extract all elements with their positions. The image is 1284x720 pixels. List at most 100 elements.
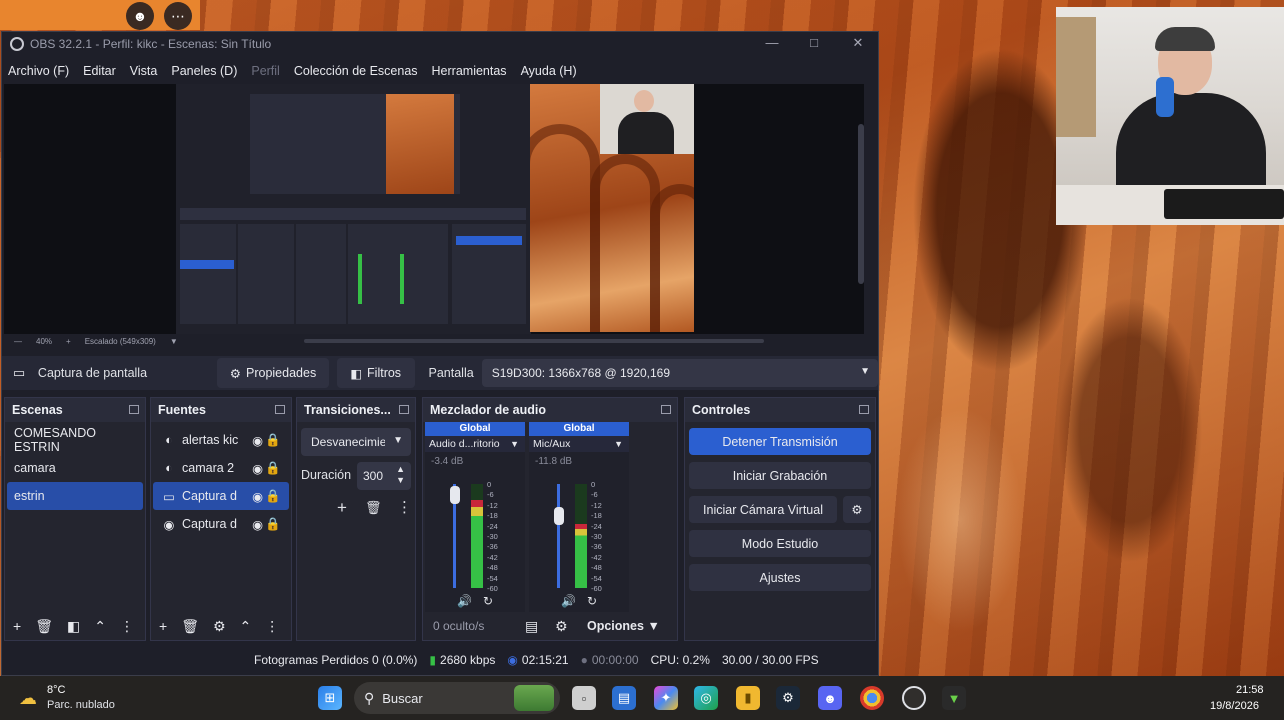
- maximize-icon[interactable]: □: [794, 35, 834, 53]
- zoom-in-icon[interactable]: +: [66, 337, 71, 346]
- settings-icon[interactable]: ⚙: [555, 618, 587, 635]
- source-item-selected[interactable]: ▭ Captura d ◉ 🔒: [153, 482, 289, 510]
- trash-icon[interactable]: 🗑: [35, 618, 53, 635]
- speaker-icon[interactable]: 🔊: [561, 594, 576, 608]
- person-icon[interactable]: ☻: [126, 2, 154, 30]
- menu-vista[interactable]: Vista: [130, 64, 158, 78]
- source-item[interactable]: ◐ alertas kic ◉ 🔒: [153, 426, 289, 454]
- add-icon[interactable]: +: [13, 618, 21, 634]
- speaker-icon[interactable]: 🔊: [457, 594, 472, 608]
- windows-start-icon[interactable]: ⊞: [318, 686, 342, 710]
- channel-name[interactable]: Mic/Aux ▼: [529, 436, 629, 452]
- virtual-camera-button[interactable]: Iniciar Cámara Virtual: [689, 496, 837, 523]
- close-icon[interactable]: ✕: [838, 35, 878, 53]
- scenes-title: Escenas: [12, 403, 63, 417]
- chevron-down-icon: ▼: [393, 435, 403, 446]
- filters-button[interactable]: ◧ Filtros: [336, 358, 415, 388]
- undock-icon[interactable]: [661, 405, 671, 414]
- zoom-out-icon[interactable]: —: [14, 337, 22, 346]
- menu-paneles[interactable]: Paneles (D): [171, 64, 237, 78]
- volume-fader[interactable]: [557, 484, 560, 588]
- obs-taskbar-icon[interactable]: [902, 686, 926, 710]
- discord-icon[interactable]: ☻: [818, 686, 842, 710]
- trash-icon[interactable]: 🗑: [181, 618, 199, 635]
- menu-ayuda[interactable]: Ayuda (H): [521, 64, 577, 78]
- options-button[interactable]: Opciones ▼: [587, 619, 660, 633]
- volume-knob[interactable]: [450, 486, 460, 504]
- lock-icon[interactable]: 🔒: [265, 517, 281, 532]
- edge-icon[interactable]: ◎: [694, 686, 718, 710]
- more-vert-icon[interactable]: ⋮: [265, 618, 279, 635]
- trash-icon[interactable]: 🗑: [365, 500, 382, 516]
- lock-icon[interactable]: 🔒: [265, 489, 281, 504]
- channel-name[interactable]: Audio d...ritorio ▼: [425, 436, 525, 452]
- screen-select[interactable]: S19D300: 1366x768 @ 1920,169 ▼: [481, 359, 878, 387]
- scene-item[interactable]: camara: [7, 454, 143, 482]
- studio-mode-button[interactable]: Modo Estudio: [689, 530, 871, 557]
- eye-icon[interactable]: ◉: [252, 517, 263, 532]
- meter-scale-label: -24: [487, 522, 498, 531]
- undock-icon[interactable]: [275, 405, 285, 414]
- scene-item-selected[interactable]: estrin: [7, 482, 143, 510]
- scene-item[interactable]: COMESANDO ESTRIN: [7, 426, 143, 454]
- gear-icon[interactable]: ⚙: [843, 496, 871, 523]
- menu-perfil[interactable]: Perfil: [251, 64, 279, 78]
- volume-knob[interactable]: [554, 507, 564, 525]
- task-view-icon[interactable]: ▫: [572, 686, 596, 710]
- menu-editar[interactable]: Editar: [83, 64, 116, 78]
- layout-icon[interactable]: ▤: [525, 618, 555, 635]
- menu-coleccion-escenas[interactable]: Colección de Escenas: [294, 64, 418, 78]
- chevron-up-icon[interactable]: ⌃: [94, 618, 106, 635]
- notepad-icon[interactable]: ▤: [612, 686, 636, 710]
- more-vert-icon[interactable]: ⋮: [397, 498, 412, 516]
- more-icon[interactable]: ⋯: [164, 2, 192, 30]
- minimize-icon[interactable]: —: [752, 35, 792, 53]
- preview-background-capture: [530, 84, 694, 332]
- cpu-usage: CPU: 0.2%: [650, 653, 710, 667]
- add-icon[interactable]: +: [337, 498, 347, 518]
- eye-icon[interactable]: ◉: [252, 433, 263, 448]
- preview-canvas[interactable]: [4, 84, 864, 334]
- nvidia-icon[interactable]: ▼: [942, 686, 966, 710]
- stop-stream-button[interactable]: Detener Transmisión: [689, 428, 871, 455]
- search-box[interactable]: ⚲ Buscar: [354, 682, 560, 714]
- spinner-icon[interactable]: ▲ ▼: [396, 464, 405, 486]
- undock-icon[interactable]: [859, 405, 869, 414]
- transitions-dock: Transiciones... Desvanecimie ▼ Duración …: [296, 397, 416, 641]
- nested-scenes: [180, 224, 236, 324]
- settings-button[interactable]: Ajustes: [689, 564, 871, 591]
- more-vert-icon[interactable]: ⋮: [120, 618, 134, 635]
- preview-scrollbar[interactable]: [858, 124, 864, 284]
- gear-icon[interactable]: ⚙: [213, 618, 226, 635]
- transition-select[interactable]: Desvanecimie ▼: [301, 428, 411, 456]
- properties-button[interactable]: ⚙ Propiedades: [217, 358, 329, 388]
- steam-icon[interactable]: ⚙: [776, 686, 800, 710]
- monitor-audio-icon[interactable]: ↻: [587, 594, 597, 608]
- lock-icon[interactable]: 🔒: [265, 461, 281, 476]
- controls-title: Controles: [692, 403, 751, 417]
- menu-herramientas[interactable]: Herramientas: [432, 64, 507, 78]
- undock-icon[interactable]: [399, 405, 409, 414]
- webcam-microphone: [1156, 77, 1174, 117]
- scenes-header: Escenas: [5, 398, 145, 422]
- chevron-down-icon: ▼: [614, 439, 623, 449]
- weather-icon[interactable]: ☁: [16, 686, 40, 710]
- undock-icon[interactable]: [129, 405, 139, 414]
- lock-icon[interactable]: 🔒: [265, 433, 281, 448]
- eye-icon[interactable]: ◉: [252, 461, 263, 476]
- filter-icon[interactable]: ◧: [67, 618, 80, 635]
- source-item[interactable]: ◐ camara 2 ◉ 🔒: [153, 454, 289, 482]
- menu-archivo[interactable]: Archivo (F): [8, 64, 69, 78]
- duration-input[interactable]: 300 ▲ ▼: [357, 462, 411, 490]
- copilot-icon[interactable]: ✦: [654, 686, 678, 710]
- chevron-up-icon[interactable]: ⌃: [240, 618, 252, 635]
- monitor-audio-icon[interactable]: ↻: [483, 594, 493, 608]
- eye-icon[interactable]: ◉: [252, 489, 263, 504]
- source-item[interactable]: ◉ Captura d ◉ 🔒: [153, 510, 289, 538]
- start-recording-button[interactable]: Iniciar Grabación: [689, 462, 871, 489]
- horizontal-scrollbar[interactable]: [304, 339, 764, 343]
- file-explorer-icon[interactable]: ▮: [736, 686, 760, 710]
- chrome-icon[interactable]: [860, 686, 884, 710]
- scale-dropdown-icon[interactable]: ▼: [170, 337, 178, 346]
- add-icon[interactable]: +: [159, 618, 167, 634]
